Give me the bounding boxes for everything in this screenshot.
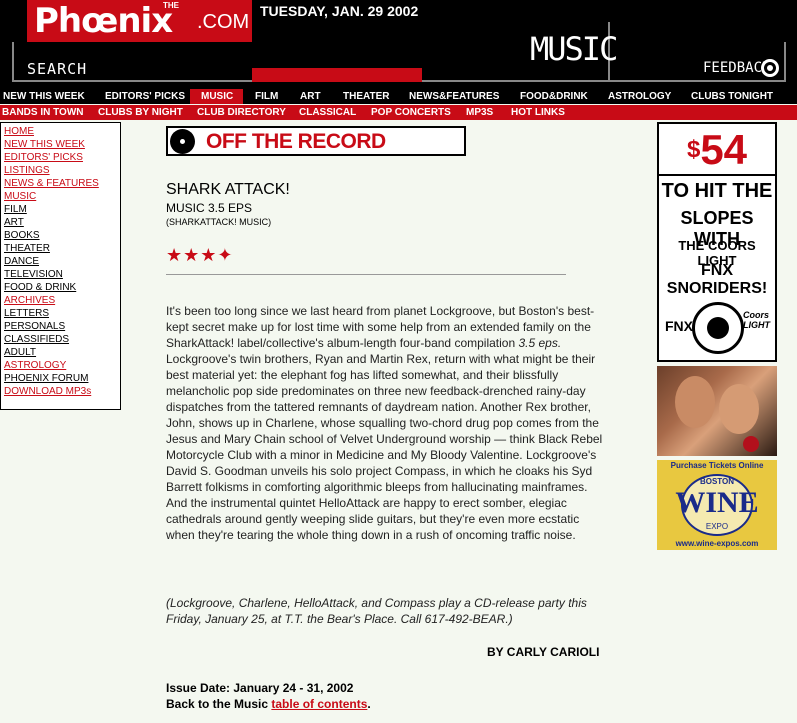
subnav-clubs-by-night[interactable]: CLUBS BY NIGHT: [98, 107, 183, 118]
subnav-pop-concerts[interactable]: POP CONCERTS: [371, 107, 451, 118]
nav-astrology[interactable]: ASTROLOGY: [608, 91, 671, 102]
sidebar-item-letters[interactable]: LETTERS: [4, 307, 120, 320]
article-subtitle: MUSIC 3.5 EPS: [166, 201, 253, 215]
sidebar-nav: HOME NEW THIS WEEK EDITORS' PICKS LISTIN…: [0, 122, 121, 410]
nav-theater[interactable]: THEATER: [343, 91, 389, 102]
ad-line-4: FNX SNORIDERS!: [666, 262, 768, 297]
nav-food-drink[interactable]: FOOD&DRINK: [520, 91, 588, 102]
sidebar-item-art[interactable]: ART: [4, 216, 120, 229]
sidebar-item-classifieds[interactable]: CLASSIFIEDS: [4, 333, 120, 346]
sidebar-item-astrology[interactable]: ASTROLOGY: [4, 359, 120, 372]
sidebar-item-new-this-week[interactable]: NEW THIS WEEK: [4, 138, 120, 151]
sidebar-item-personals[interactable]: PERSONALS: [4, 320, 120, 333]
wine-ad-boston: BOSTON: [699, 477, 735, 486]
ad-price-currency: $: [686, 136, 701, 163]
article-note: (Lockgroove, Charlene, HelloAttack, and …: [166, 596, 587, 626]
wine-ad-url: www.wine-expos.com: [675, 539, 759, 548]
sidebar-item-home[interactable]: HOME: [4, 125, 120, 138]
subnav-club-directory[interactable]: CLUB DIRECTORY: [197, 107, 286, 118]
sidebar-item-download-mp3s[interactable]: DOWNLOAD MP3s: [4, 385, 120, 398]
phoenix-logo[interactable]: Phœnix THE .COM: [27, 0, 252, 42]
nav-clubs-tonight[interactable]: CLUBS TONIGHT: [691, 91, 773, 102]
secondary-nav: BANDS IN TOWN CLUBS BY NIGHT CLUB DIRECT…: [0, 105, 797, 120]
divider: [166, 274, 566, 275]
snoriders-badge-icon: [692, 302, 744, 354]
subnav-bands-in-town[interactable]: BANDS IN TOWN: [2, 107, 83, 118]
nav-editors-picks[interactable]: EDITORS' PICKS: [105, 91, 185, 102]
article-body-part2: Lockgroove's twin brothers, Ryan and Mar…: [166, 352, 603, 542]
nav-new-this-week[interactable]: NEW THIS WEEK: [3, 91, 85, 102]
nav-film[interactable]: FILM: [255, 91, 278, 102]
sidebar-item-listings[interactable]: LISTINGS: [4, 164, 120, 177]
search-link[interactable]: SEARCH: [27, 60, 87, 78]
rose-icon: [743, 436, 759, 452]
sidebar-item-archives[interactable]: ARCHIVES: [4, 294, 120, 307]
byline: BY CARLY CARIOLI: [487, 645, 600, 659]
ad-face-right: [719, 384, 759, 434]
section-title: MUSIC: [530, 30, 618, 68]
sidebar-item-theater[interactable]: THEATER: [4, 242, 120, 255]
toc-link[interactable]: table of contents: [271, 697, 367, 711]
subnav-mp3s[interactable]: MP3S: [466, 107, 493, 118]
issue-date: Issue Date: January 24 - 31, 2002: [166, 681, 354, 695]
sidebar-item-editors-picks[interactable]: EDITORS' PICKS: [4, 151, 120, 164]
wine-ad-expo: EXPO: [705, 522, 729, 531]
site-header: Phœnix THE .COM TUESDAY, JAN. 29 2002 SE…: [0, 0, 797, 89]
logo-text: Phœnix: [34, 1, 173, 41]
record-label: (SHARKATTACK! MUSIC): [166, 217, 272, 227]
ad-line-1: TO HIT THE: [661, 180, 773, 202]
subnav-hot-links[interactable]: HOT LINKS: [511, 107, 565, 118]
coors-light-logo: Coors LIGHT: [743, 310, 770, 330]
sidebar-item-television[interactable]: TELEVISION: [4, 268, 120, 281]
sidebar-item-phoenix-forum[interactable]: PHOENIX FORUM: [4, 372, 120, 385]
subnav-classical[interactable]: CLASSICAL: [299, 107, 356, 118]
article-body: It's been too long since we last heard f…: [166, 303, 606, 543]
column-banner-title: OFF THE RECORD: [206, 130, 386, 153]
section-banner-red-bar: [252, 68, 422, 82]
nav-music[interactable]: MUSIC: [201, 91, 233, 102]
back-prefix: Back to the Music: [166, 697, 272, 711]
sidebar-item-music[interactable]: MUSIC: [4, 190, 120, 203]
nav-news-features[interactable]: NEWS&FEATURES: [409, 91, 499, 102]
back-to-toc: Back to the Music table of contents.: [166, 697, 371, 711]
header-date: TUESDAY, JAN. 29 2002: [260, 3, 419, 19]
article-body-em: 3.5 eps.: [518, 336, 562, 350]
back-suffix: .: [367, 697, 371, 711]
logo-the: THE: [163, 1, 179, 10]
ad-price: $54: [659, 124, 775, 176]
wine-expo-ad[interactable]: Purchase Tickets Online BOSTON WINE EXPO…: [657, 460, 777, 550]
wine-ad-top: Purchase Tickets Online: [657, 460, 777, 472]
couple-photo-ad[interactable]: [657, 366, 777, 456]
nav-art[interactable]: ART: [300, 91, 321, 102]
sidebar-item-adult[interactable]: ADULT: [4, 346, 120, 359]
record-icon: [170, 129, 195, 154]
primary-nav: NEW THIS WEEK EDITORS' PICKS MUSIC FILM …: [0, 89, 797, 104]
fnx-logo: FNX: [665, 318, 693, 334]
coors-light-ad[interactable]: $54 TO HIT THE SLOPES WITH THE COORS LIG…: [657, 122, 777, 362]
sidebar-item-film[interactable]: FILM: [4, 203, 120, 216]
sidebar-item-news-features[interactable]: NEWS & FEATURES: [4, 177, 120, 190]
wine-ad-wine: WINE: [675, 486, 759, 519]
article-title: SHARK ATTACK!: [166, 181, 290, 198]
logo-com: .COM: [197, 11, 250, 33]
sidebar-item-books[interactable]: BOOKS: [4, 229, 120, 242]
feedback-target-icon[interactable]: [761, 59, 779, 77]
sidebar-item-dance[interactable]: DANCE: [4, 255, 120, 268]
sidebar-item-food-drink[interactable]: FOOD & DRINK: [4, 281, 120, 294]
ad-price-value: 54: [700, 126, 748, 173]
rating-stars: ★★★✦: [166, 245, 234, 265]
ad-face-left: [675, 376, 715, 428]
column-banner: OFF THE RECORD: [166, 126, 466, 156]
